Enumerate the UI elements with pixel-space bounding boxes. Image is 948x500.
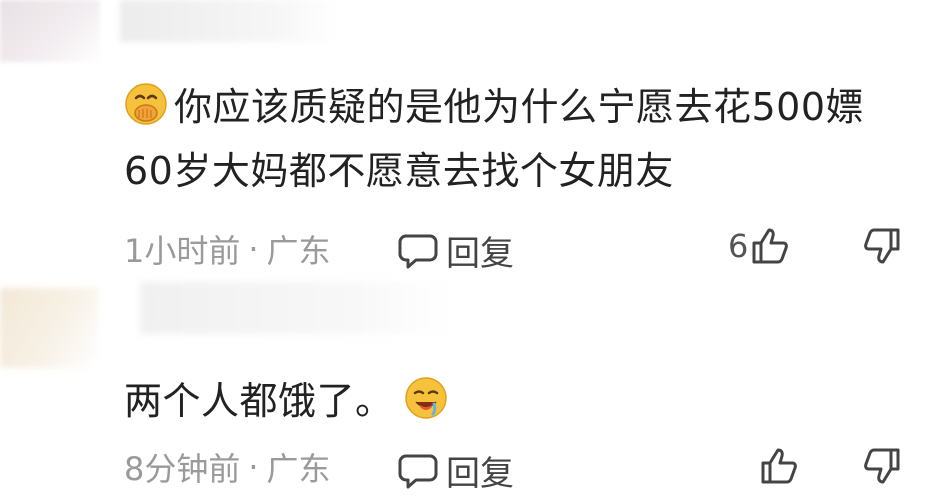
thumbs-up-icon: [752, 228, 789, 264]
username[interactable]: [120, 0, 340, 42]
location: 广东: [266, 232, 331, 270]
reply-label: 回复: [446, 454, 514, 494]
avatar[interactable]: [0, 288, 98, 368]
comment-meta: 8分钟前 · 广东: [124, 444, 331, 490]
reply-label: 回复: [446, 234, 514, 274]
username[interactable]: [140, 282, 450, 334]
timestamp: 1小时前: [124, 232, 241, 270]
comment-meta: 1小时前 · 广东: [124, 226, 331, 272]
thumbs-up-icon: [761, 448, 797, 484]
location: 广东: [266, 450, 331, 488]
face-with-hand-over-mouth-icon: [124, 82, 168, 142]
separator: ·: [248, 230, 259, 268]
like-button[interactable]: 6: [728, 226, 790, 266]
reply-button[interactable]: 回复: [398, 226, 514, 275]
drooling-face-icon: [404, 376, 448, 436]
separator: ·: [248, 448, 259, 486]
reply-button[interactable]: 回复: [398, 446, 514, 495]
comment-text: 你应该质疑的是他为什么宁愿去花500嫖60岁大妈都不愿意去找个女朋友: [124, 78, 904, 200]
timestamp: 8分钟前: [124, 450, 241, 488]
avatar[interactable]: [0, 0, 100, 62]
comment-text: 两个人都饿了。: [124, 372, 448, 436]
thumbs-down-icon: [864, 448, 900, 484]
dislike-button[interactable]: [862, 446, 902, 490]
dislike-button[interactable]: [862, 226, 902, 270]
comment-bubble-icon: [398, 454, 438, 488]
like-button[interactable]: [757, 446, 799, 486]
comment-bubble-icon: [398, 234, 438, 268]
like-count: 6: [728, 227, 749, 265]
thumbs-down-icon: [864, 228, 900, 264]
